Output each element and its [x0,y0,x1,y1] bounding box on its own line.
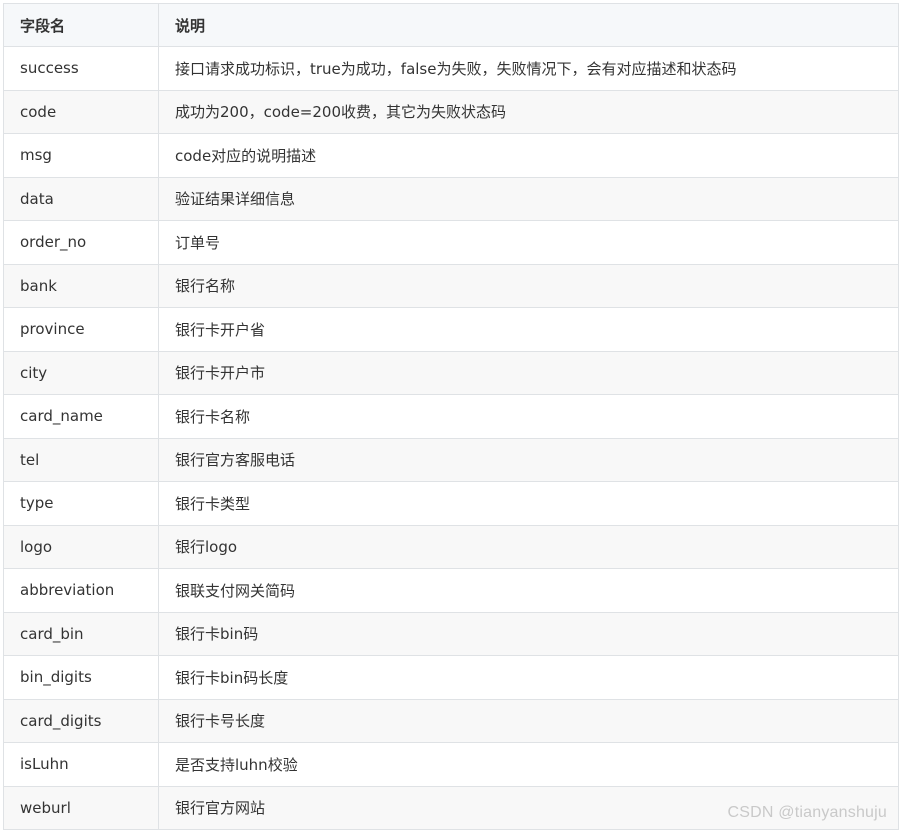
field-description-cell: 银行卡开户省 [158,307,899,352]
table-row: success 接口请求成功标识，true为成功，false为失败，失败情况下，会… [3,46,899,91]
field-name-cell: bin_digits [3,655,159,700]
table-row: abbreviation 银联支付网关简码 [3,568,899,613]
field-name-cell: code [3,89,159,134]
table-row: tel 银行官方客服电话 [3,437,899,482]
table-row: code 成功为200，code=200收费，其它为失败状态码 [3,89,899,134]
field-name-cell: tel [3,437,159,482]
field-description-cell: 银行名称 [158,263,899,308]
field-name-cell: data [3,176,159,221]
field-description-cell: 订单号 [158,220,899,265]
field-description-cell: 银联支付网关简码 [158,568,899,613]
field-name-cell: card_bin [3,611,159,656]
table-row: province 银行卡开户省 [3,307,899,352]
field-description-cell: 是否支持luhn校验 [158,742,899,787]
csdn-watermark: CSDN @tianyanshuju [727,804,887,821]
table-row: order_no 订单号 [3,220,899,265]
field-name-cell: type [3,481,159,526]
field-description-cell: 银行卡bin码 [158,611,899,656]
field-description-cell: 接口请求成功标识，true为成功，false为失败，失败情况下，会有对应描述和状… [158,46,899,91]
table-row: bank 银行名称 [3,263,899,308]
table-row: card_name 银行卡名称 [3,394,899,439]
field-name-cell: isLuhn [3,742,159,787]
table-row: city 银行卡开户市 [3,350,899,395]
field-name-cell: bank [3,263,159,308]
field-description-cell: 银行卡名称 [158,394,899,439]
table-row: bin_digits 银行卡bin码长度 [3,655,899,700]
table-row: msg code对应的说明描述 [3,133,899,178]
field-description-cell: 成功为200，code=200收费，其它为失败状态码 [158,89,899,134]
field-description-cell: 银行官方客服电话 [158,437,899,482]
table-body: success 接口请求成功标识，true为成功，false为失败，失败情况下，会… [3,46,899,830]
table-row: logo 银行logo [3,524,899,569]
field-name-cell: order_no [3,220,159,265]
field-description-table: 字段名 说明 success 接口请求成功标识，true为成功，false为失败，… [3,3,899,830]
field-name-cell: logo [3,524,159,569]
table-row: card_bin 银行卡bin码 [3,611,899,656]
field-description-cell: 银行卡开户市 [158,350,899,395]
field-description-cell: 银行卡号长度 [158,698,899,743]
field-table-container: 字段名 说明 success 接口请求成功标识，true为成功，false为失败，… [3,3,899,830]
field-name-cell: city [3,350,159,395]
field-name-cell: card_digits [3,698,159,743]
field-description-cell: code对应的说明描述 [158,133,899,178]
header-field-name: 字段名 [3,3,159,47]
field-name-cell: success [3,46,159,91]
field-name-cell: abbreviation [3,568,159,613]
field-description-cell: 银行卡bin码长度 [158,655,899,700]
table-row: isLuhn 是否支持luhn校验 [3,742,899,787]
field-description-cell: 验证结果详细信息 [158,176,899,221]
header-description: 说明 [158,3,899,47]
field-name-cell: weburl [3,785,159,830]
field-name-cell: card_name [3,394,159,439]
field-name-cell: msg [3,133,159,178]
table-row: data 验证结果详细信息 [3,176,899,221]
field-description-cell: 银行卡类型 [158,481,899,526]
table-header-row: 字段名 说明 [3,3,899,47]
table-row: card_digits 银行卡号长度 [3,698,899,743]
table-row: type 银行卡类型 [3,481,899,526]
field-description-cell: 银行logo [158,524,899,569]
field-name-cell: province [3,307,159,352]
